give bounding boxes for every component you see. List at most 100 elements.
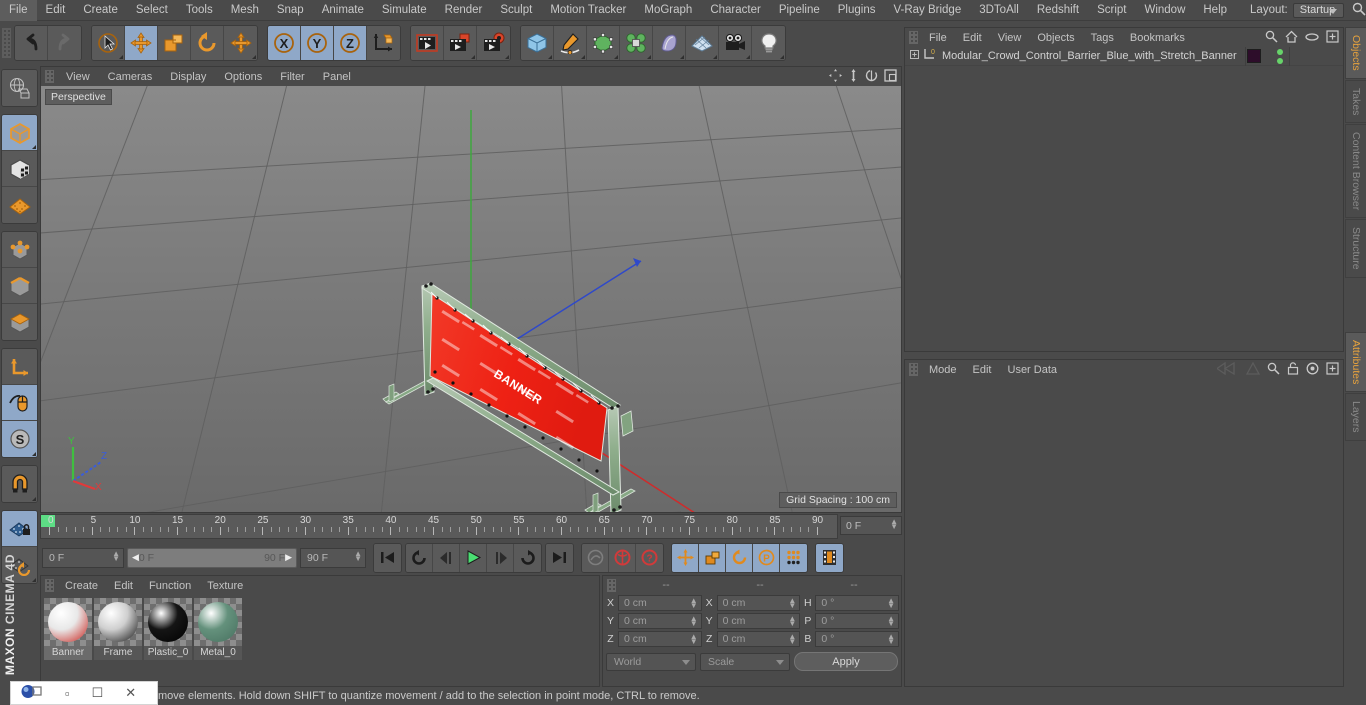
- object-menu-objects[interactable]: Objects: [1029, 32, 1082, 44]
- coord-size-input[interactable]: 0 cm▲▼: [717, 631, 801, 647]
- stepper-icon[interactable]: ▲▼: [788, 616, 796, 626]
- menu-mograph[interactable]: MoGraph: [635, 0, 701, 21]
- stepper-icon[interactable]: ▲▼: [690, 616, 698, 626]
- scale-key-button[interactable]: [699, 544, 726, 572]
- material-manager-grip[interactable]: [45, 579, 54, 592]
- expand-tree-icon[interactable]: [909, 49, 920, 63]
- viewport-menu-display[interactable]: Display: [161, 71, 215, 83]
- attribute-menu-edit[interactable]: Edit: [965, 364, 1000, 376]
- add-field-button[interactable]: [653, 26, 686, 60]
- attribute-menu-user-data[interactable]: User Data: [1000, 364, 1066, 376]
- menu-3dtoall[interactable]: 3DToAll: [970, 0, 1028, 21]
- play-button[interactable]: [460, 544, 487, 572]
- move-alt-button[interactable]: [224, 26, 257, 60]
- expand-icon[interactable]: [1326, 362, 1339, 378]
- layout-select[interactable]: Startup: [1293, 3, 1344, 18]
- undo-button[interactable]: [15, 26, 48, 60]
- stepper-icon[interactable]: ▲▼: [890, 519, 898, 529]
- object-menu-tags[interactable]: Tags: [1083, 32, 1122, 44]
- forward-arrow-icon[interactable]: [1246, 362, 1260, 378]
- search-icon[interactable]: [1265, 30, 1278, 46]
- autokeying-button[interactable]: [609, 544, 636, 572]
- add-deformer-button[interactable]: [620, 26, 653, 60]
- menu-script[interactable]: Script: [1088, 0, 1135, 21]
- stepper-icon[interactable]: ▲▼: [887, 616, 895, 626]
- render-to-picture-viewer-button[interactable]: [444, 26, 477, 60]
- menu-file[interactable]: File: [0, 0, 37, 21]
- keyframe-selection-button[interactable]: ?: [636, 544, 663, 572]
- add-spline-button[interactable]: [554, 26, 587, 60]
- coord-size-input[interactable]: 0 cm▲▼: [717, 595, 801, 611]
- coordinates-grip[interactable]: [607, 579, 616, 592]
- stepper-icon[interactable]: ▲▼: [690, 634, 698, 644]
- material-preview[interactable]: [94, 598, 142, 646]
- stepper-icon[interactable]: ▲▼: [354, 551, 362, 561]
- coord-rotation-input[interactable]: 0 °▲▼: [815, 631, 899, 647]
- pan-icon[interactable]: [829, 69, 842, 85]
- material-preview[interactable]: [194, 598, 242, 646]
- menu-sculpt[interactable]: Sculpt: [491, 0, 541, 21]
- search-icon[interactable]: [1267, 362, 1280, 378]
- target-icon[interactable]: [1306, 362, 1319, 378]
- stepper-icon[interactable]: ▲▼: [788, 598, 796, 608]
- record-active-objects-button[interactable]: [582, 544, 609, 572]
- tab-layers[interactable]: Layers: [1345, 393, 1366, 441]
- menu-mesh[interactable]: Mesh: [222, 0, 268, 21]
- texture-mode-button[interactable]: [2, 151, 37, 187]
- menu-animate[interactable]: Animate: [313, 0, 373, 21]
- edge-mode-button[interactable]: [2, 268, 37, 304]
- menu-vray-bridge[interactable]: V-Ray Bridge: [884, 0, 970, 21]
- timeline-current-frame-field[interactable]: 0 F ▲▼: [840, 516, 902, 535]
- home-icon[interactable]: [1285, 30, 1298, 46]
- coord-position-input[interactable]: 0 cm▲▼: [618, 595, 702, 611]
- viewport-solo-button[interactable]: [2, 385, 37, 421]
- step-back-button[interactable]: [433, 544, 460, 572]
- scale-button[interactable]: [158, 26, 191, 60]
- menu-create[interactable]: Create: [74, 0, 127, 21]
- object-menu-view[interactable]: View: [990, 32, 1030, 44]
- coord-rotation-input[interactable]: 0 °▲▼: [815, 595, 899, 611]
- object-menu-bookmarks[interactable]: Bookmarks: [1122, 32, 1193, 44]
- menu-window[interactable]: Window: [1135, 0, 1194, 21]
- coordinate-mode-select[interactable]: Scale: [700, 653, 790, 671]
- menu-motion-tracker[interactable]: Motion Tracker: [541, 0, 635, 21]
- coordinate-system-select[interactable]: World: [606, 653, 696, 671]
- object-manager-grip[interactable]: [909, 31, 918, 44]
- rotation-key-button[interactable]: [726, 544, 753, 572]
- step-forward-button[interactable]: [487, 544, 514, 572]
- menu-plugins[interactable]: Plugins: [829, 0, 885, 21]
- material-item[interactable]: Metal_0: [194, 598, 242, 660]
- search-icon[interactable]: [1352, 2, 1366, 19]
- layer-color-swatch[interactable]: [1247, 49, 1261, 63]
- timeline-ruler[interactable]: 051015202530354045505560657075808590: [40, 514, 838, 539]
- timeline-mode-button[interactable]: [816, 544, 843, 572]
- x-axis-button[interactable]: X: [268, 26, 301, 60]
- coord-size-input[interactable]: 0 cm▲▼: [717, 613, 801, 629]
- tab-takes[interactable]: Takes: [1345, 80, 1366, 123]
- point-level-animation-button[interactable]: [780, 544, 807, 572]
- menu-edit[interactable]: Edit: [37, 0, 75, 21]
- material-menu-function[interactable]: Function: [141, 580, 199, 592]
- lock-workplane-button[interactable]: [2, 511, 37, 547]
- menu-tools[interactable]: Tools: [177, 0, 222, 21]
- add-generator-button[interactable]: [587, 26, 620, 60]
- model-mode-button[interactable]: [2, 115, 37, 151]
- object-menu-edit[interactable]: Edit: [955, 32, 990, 44]
- world-axis-button[interactable]: [367, 26, 400, 60]
- go-to-end-button[interactable]: [546, 544, 573, 572]
- coord-rotation-input[interactable]: 0 °▲▼: [815, 613, 899, 629]
- go-to-start-button[interactable]: [374, 544, 401, 572]
- menu-character[interactable]: Character: [701, 0, 770, 21]
- expand-icon[interactable]: [1326, 30, 1339, 46]
- add-light-button[interactable]: [752, 26, 785, 60]
- ellipse-icon[interactable]: [1305, 32, 1319, 45]
- object-row[interactable]: 0Modular_Crowd_Control_Barrier_Blue_with…: [905, 47, 1343, 66]
- soft-selection-button[interactable]: S: [2, 421, 37, 457]
- redo-button[interactable]: [48, 26, 81, 60]
- polygon-mode-button[interactable]: [2, 304, 37, 340]
- close-button[interactable]: ✕: [125, 685, 136, 701]
- stepper-icon[interactable]: ▲▼: [788, 634, 796, 644]
- menu-pipeline[interactable]: Pipeline: [770, 0, 829, 21]
- viewport-grip[interactable]: [45, 70, 54, 83]
- go-to-previous-key-button[interactable]: [406, 544, 433, 572]
